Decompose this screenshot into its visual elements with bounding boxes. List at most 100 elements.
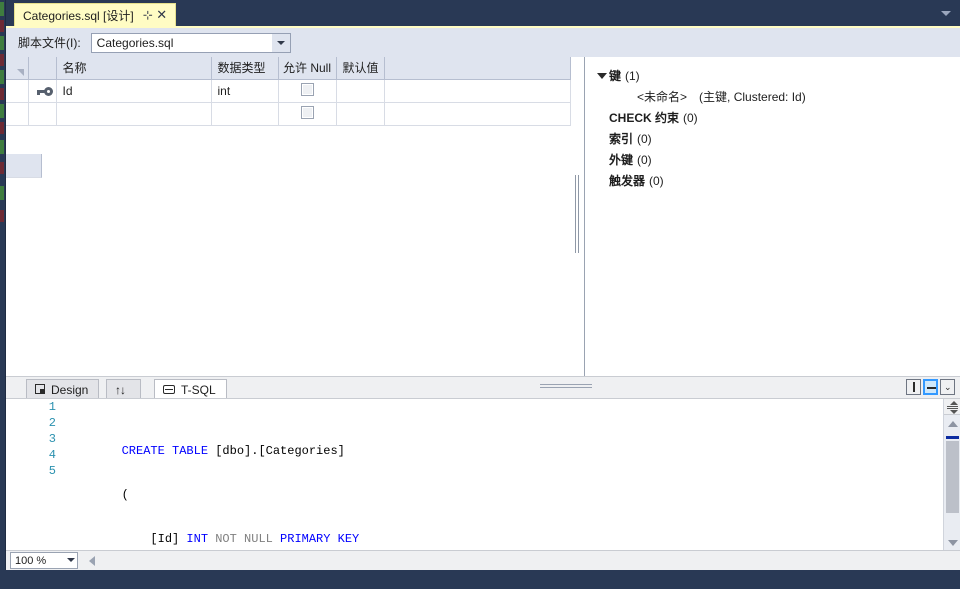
table-row[interactable]: Id int <box>6 79 571 103</box>
code-token: CREATE TABLE <box>121 444 216 458</box>
expander-placeholder-icon <box>595 111 609 125</box>
tsql-code-editor[interactable]: 1 2 3 4 5 CREATE TABLE [dbo].[Categories… <box>6 398 960 589</box>
column-header-allow-null[interactable]: 允许 Null <box>278 57 337 80</box>
close-icon[interactable]: ✕ <box>155 7 169 23</box>
code-line[interactable]: ( <box>64 471 938 502</box>
scroll-down-icon[interactable] <box>944 535 960 551</box>
designer-pane: 脚本文件(I): Categories.sql 名称 数据类型 允许 Null … <box>6 28 960 376</box>
editor-vertical-scrollbar[interactable] <box>943 399 960 551</box>
tree-node-indexes[interactable]: 索引 (0) <box>585 128 960 149</box>
code-line[interactable]: [Id] INT NOT NULL PRIMARY KEY <box>64 515 938 546</box>
tree-node-triggers[interactable]: 触发器 (0) <box>585 170 960 191</box>
tab-design-label: Design <box>51 382 89 397</box>
code-token: INT <box>186 532 216 546</box>
cell-column-name[interactable] <box>56 102 212 126</box>
zoom-level-combobox[interactable]: 100 % <box>10 552 78 569</box>
split-vertical-button[interactable] <box>906 379 921 395</box>
cell-allow-null[interactable] <box>278 102 337 126</box>
script-file-value: Categories.sql <box>96 35 174 50</box>
editor-line-number-gutter: 1 2 3 4 5 <box>6 399 64 551</box>
document-tab-title: Categories.sql [设计] <box>23 8 134 23</box>
cell-column-name[interactable]: Id <box>56 79 212 103</box>
row-selector[interactable] <box>6 79 29 103</box>
tsql-database-icon <box>163 384 176 395</box>
chevron-down-icon[interactable] <box>67 558 75 562</box>
visual-studio-table-designer: Categories.sql [设计] ⊹ ✕ 脚本文件(I): Categor… <box>0 0 960 589</box>
row-filler <box>384 102 571 126</box>
tab-design[interactable]: Design <box>26 379 100 399</box>
split-horizontal-button[interactable] <box>923 379 938 395</box>
shell-bottom-padding <box>0 570 960 589</box>
allow-null-checkbox[interactable] <box>300 82 314 96</box>
column-header-name[interactable]: 名称 <box>56 57 212 80</box>
chevron-down-icon[interactable] <box>271 33 290 52</box>
tab-t-sql[interactable]: T-SQL <box>154 379 227 399</box>
tree-node-label: CHECK 约束 <box>609 111 680 125</box>
editor-split-handle-icon[interactable] <box>944 399 960 415</box>
primary-key-indicator <box>28 79 57 103</box>
document-tab-bar: Categories.sql [设计] ⊹ ✕ <box>6 0 960 26</box>
scroll-up-icon[interactable] <box>944 416 960 432</box>
document-tab-categories-sql[interactable]: Categories.sql [设计] ⊹ ✕ <box>14 3 176 26</box>
cell-allow-null[interactable] <box>278 79 337 103</box>
line-number: 2 <box>48 416 56 430</box>
columns-grid-header-row: 名称 数据类型 允许 Null 默认值 <box>6 57 571 80</box>
scrollbar-thumb[interactable] <box>946 441 959 513</box>
column-header-default-value[interactable]: 默认值 <box>336 57 385 80</box>
tree-child-label: <未命名> <box>637 90 688 104</box>
code-token: [dbo].[Categories] <box>215 444 345 458</box>
tree-node-label: 外键 <box>609 153 634 167</box>
expander-placeholder-icon <box>595 153 609 167</box>
grid-corner-cell[interactable] <box>6 57 29 80</box>
line-number: 3 <box>48 432 56 446</box>
swap-arrows-icon: ↑↓ <box>115 382 126 397</box>
tree-node-label: 触发器 <box>609 174 646 188</box>
cell-data-type[interactable]: int <box>211 79 279 103</box>
chevron-down-icon[interactable] <box>940 8 952 18</box>
line-number: 1 <box>48 400 56 414</box>
tab-swap-panes[interactable]: ↑↓ <box>106 379 141 399</box>
primary-key-indicator <box>28 102 57 126</box>
editor-status-bar: 100 % <box>6 550 960 570</box>
cell-default-value[interactable] <box>336 102 385 126</box>
splitter-grip[interactable] <box>575 175 580 253</box>
key-icon <box>37 86 53 96</box>
tree-node-label: 键 <box>609 69 622 83</box>
column-header-filler <box>384 57 571 80</box>
scroll-left-icon[interactable] <box>84 553 99 568</box>
split-view-buttons: ⌄ <box>906 379 955 395</box>
line-number: 4 <box>48 448 56 462</box>
cell-data-type[interactable] <box>211 102 279 126</box>
tree-node-check-constraints[interactable]: CHECK 约束 (0) <box>585 107 960 128</box>
code-token: PRIMARY KEY <box>280 532 360 546</box>
collapse-pane-button[interactable]: ⌄ <box>940 379 955 395</box>
code-line[interactable]: CREATE TABLE [dbo].[Categories] <box>64 427 938 458</box>
pin-icon[interactable]: ⊹ <box>141 7 155 23</box>
tree-child-primary-key[interactable]: <未命名> (主键, Clustered: Id) <box>585 86 960 107</box>
tree-child-detail: (主键, Clustered: Id) <box>699 90 806 104</box>
tab-t-sql-label: T-SQL <box>181 382 216 397</box>
tree-node-keys[interactable]: 键 (1) <box>585 65 960 86</box>
code-token: [Id] <box>121 532 187 546</box>
columns-grid-pane[interactable]: 名称 数据类型 允许 Null 默认值 Id int <box>6 57 571 376</box>
tree-node-count: (0) <box>637 152 652 167</box>
designer-view-tab-strip: Design ↑↓ T-SQL ⌄ <box>6 376 960 399</box>
design-window-icon <box>35 384 46 395</box>
table-row[interactable] <box>6 102 571 126</box>
tree-node-count: (0) <box>683 110 698 125</box>
row-selector[interactable] <box>6 102 29 126</box>
grid-icon-header <box>28 57 57 80</box>
designer-vertical-splitter[interactable] <box>571 57 585 376</box>
horizontal-splitter-grip[interactable] <box>540 384 592 390</box>
script-file-combobox[interactable]: Categories.sql <box>90 32 291 53</box>
table-objects-tree[interactable]: 键 (1) <未命名> (主键, Clustered: Id) CHECK 约束… <box>585 57 960 376</box>
row-selector-filler <box>6 154 42 178</box>
column-header-data-type[interactable]: 数据类型 <box>211 57 279 80</box>
tree-node-count: (0) <box>637 131 652 146</box>
cell-default-value[interactable] <box>336 79 385 103</box>
editor-code-area[interactable]: CREATE TABLE [dbo].[Categories] ( [Id] I… <box>64 399 938 589</box>
allow-null-checkbox[interactable] <box>300 105 314 119</box>
tree-node-foreign-keys[interactable]: 外键 (0) <box>585 149 960 170</box>
triangle-down-icon[interactable] <box>595 69 609 83</box>
script-file-toolbar: 脚本文件(I): Categories.sql <box>6 28 960 57</box>
